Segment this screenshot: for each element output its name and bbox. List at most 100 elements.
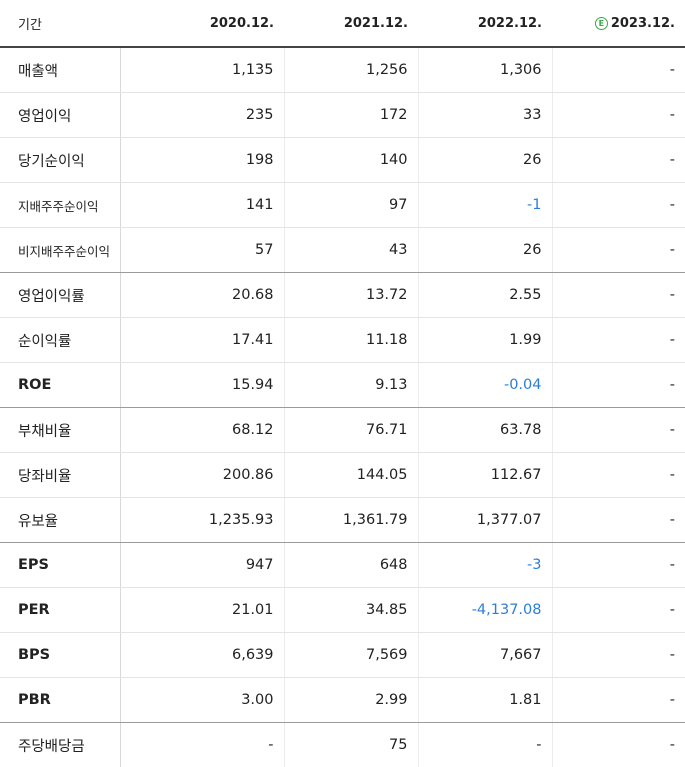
table-row: 주당배당금 - 75 - - bbox=[0, 723, 685, 767]
table-row: 부채비율 68.12 76.71 63.78 - bbox=[0, 408, 685, 453]
cell-value: - bbox=[552, 588, 685, 633]
row-label: PBR bbox=[0, 678, 120, 723]
cell-value: 68.12 bbox=[120, 408, 284, 453]
table-header-row: 기간 2020.12. 2021.12. 2022.12. E2023.12. bbox=[0, 0, 685, 47]
row-label: BPS bbox=[0, 633, 120, 678]
row-label: 주당배당금 bbox=[0, 723, 120, 767]
cell-value: 34.85 bbox=[284, 588, 418, 633]
cell-value: 140 bbox=[284, 138, 418, 183]
table-row: 당기순이익 198 140 26 - bbox=[0, 138, 685, 183]
cell-value: - bbox=[552, 498, 685, 543]
cell-value: 1.81 bbox=[418, 678, 552, 723]
period-header: 기간 bbox=[0, 0, 120, 47]
cell-value: 112.67 bbox=[418, 453, 552, 498]
row-label: 영업이익 bbox=[0, 93, 120, 138]
cell-value: - bbox=[552, 228, 685, 273]
cell-value: - bbox=[552, 723, 685, 767]
cell-value: 1,135 bbox=[120, 47, 284, 93]
row-label: ROE bbox=[0, 363, 120, 408]
financial-summary-table: 기간 2020.12. 2021.12. 2022.12. E2023.12. … bbox=[0, 0, 685, 767]
row-label: 당좌비율 bbox=[0, 453, 120, 498]
row-label: 부채비율 bbox=[0, 408, 120, 453]
cell-value: 21.01 bbox=[120, 588, 284, 633]
cell-value: 63.78 bbox=[418, 408, 552, 453]
cell-value: 172 bbox=[284, 93, 418, 138]
cell-value: -4,137.08 bbox=[418, 588, 552, 633]
cell-value: - bbox=[418, 723, 552, 767]
year-header-2023-label: 2023.12. bbox=[611, 16, 675, 31]
cell-value: - bbox=[552, 318, 685, 363]
table-row: EPS 947 648 -3 - bbox=[0, 543, 685, 588]
cell-value: -3 bbox=[418, 543, 552, 588]
cell-value: 198 bbox=[120, 138, 284, 183]
cell-value: 200.86 bbox=[120, 453, 284, 498]
cell-value: 2.55 bbox=[418, 273, 552, 318]
cell-value: 1,361.79 bbox=[284, 498, 418, 543]
table-row: PER 21.01 34.85 -4,137.08 - bbox=[0, 588, 685, 633]
cell-value: 7,569 bbox=[284, 633, 418, 678]
table-row: 지배주주순이익 141 97 -1 - bbox=[0, 183, 685, 228]
row-label: PER bbox=[0, 588, 120, 633]
cell-value: - bbox=[552, 47, 685, 93]
cell-value: 13.72 bbox=[284, 273, 418, 318]
cell-value: - bbox=[552, 453, 685, 498]
cell-value: 26 bbox=[418, 228, 552, 273]
table-row: PBR 3.00 2.99 1.81 - bbox=[0, 678, 685, 723]
cell-value: -0.04 bbox=[418, 363, 552, 408]
year-header-2020: 2020.12. bbox=[120, 0, 284, 47]
cell-value: -1 bbox=[418, 183, 552, 228]
cell-value: - bbox=[120, 723, 284, 767]
cell-value: 1.99 bbox=[418, 318, 552, 363]
row-label: 순이익률 bbox=[0, 318, 120, 363]
table-row: 순이익률 17.41 11.18 1.99 - bbox=[0, 318, 685, 363]
cell-value: 11.18 bbox=[284, 318, 418, 363]
cell-value: 43 bbox=[284, 228, 418, 273]
year-header-2021: 2021.12. bbox=[284, 0, 418, 47]
cell-value: - bbox=[552, 93, 685, 138]
cell-value: 6,639 bbox=[120, 633, 284, 678]
cell-value: 2.99 bbox=[284, 678, 418, 723]
cell-value: - bbox=[552, 633, 685, 678]
table-row: ROE 15.94 9.13 -0.04 - bbox=[0, 363, 685, 408]
cell-value: - bbox=[552, 678, 685, 723]
cell-value: 947 bbox=[120, 543, 284, 588]
table-row: 당좌비율 200.86 144.05 112.67 - bbox=[0, 453, 685, 498]
row-label: 유보율 bbox=[0, 498, 120, 543]
year-header-2023: E2023.12. bbox=[552, 0, 685, 47]
cell-value: 3.00 bbox=[120, 678, 284, 723]
row-label: EPS bbox=[0, 543, 120, 588]
cell-value: 97 bbox=[284, 183, 418, 228]
cell-value: 17.41 bbox=[120, 318, 284, 363]
table-row: 영업이익 235 172 33 - bbox=[0, 93, 685, 138]
cell-value: 76.71 bbox=[284, 408, 418, 453]
cell-value: - bbox=[552, 363, 685, 408]
cell-value: - bbox=[552, 273, 685, 318]
cell-value: 1,306 bbox=[418, 47, 552, 93]
cell-value: 648 bbox=[284, 543, 418, 588]
cell-value: 1,377.07 bbox=[418, 498, 552, 543]
row-label: 지배주주순이익 bbox=[0, 183, 120, 228]
table-row: 매출액 1,135 1,256 1,306 - bbox=[0, 47, 685, 93]
cell-value: - bbox=[552, 408, 685, 453]
table-row: 유보율 1,235.93 1,361.79 1,377.07 - bbox=[0, 498, 685, 543]
cell-value: 144.05 bbox=[284, 453, 418, 498]
cell-value: - bbox=[552, 138, 685, 183]
estimate-icon: E bbox=[595, 17, 608, 30]
cell-value: 235 bbox=[120, 93, 284, 138]
cell-value: 141 bbox=[120, 183, 284, 228]
cell-value: 75 bbox=[284, 723, 418, 767]
cell-value: 20.68 bbox=[120, 273, 284, 318]
cell-value: 1,256 bbox=[284, 47, 418, 93]
cell-value: 15.94 bbox=[120, 363, 284, 408]
row-label: 비지배주주순이익 bbox=[0, 228, 120, 273]
table-row: BPS 6,639 7,569 7,667 - bbox=[0, 633, 685, 678]
cell-value: 7,667 bbox=[418, 633, 552, 678]
cell-value: - bbox=[552, 183, 685, 228]
cell-value: 9.13 bbox=[284, 363, 418, 408]
cell-value: 26 bbox=[418, 138, 552, 183]
row-label: 매출액 bbox=[0, 47, 120, 93]
cell-value: 57 bbox=[120, 228, 284, 273]
cell-value: 1,235.93 bbox=[120, 498, 284, 543]
cell-value: - bbox=[552, 543, 685, 588]
table-row: 비지배주주순이익 57 43 26 - bbox=[0, 228, 685, 273]
